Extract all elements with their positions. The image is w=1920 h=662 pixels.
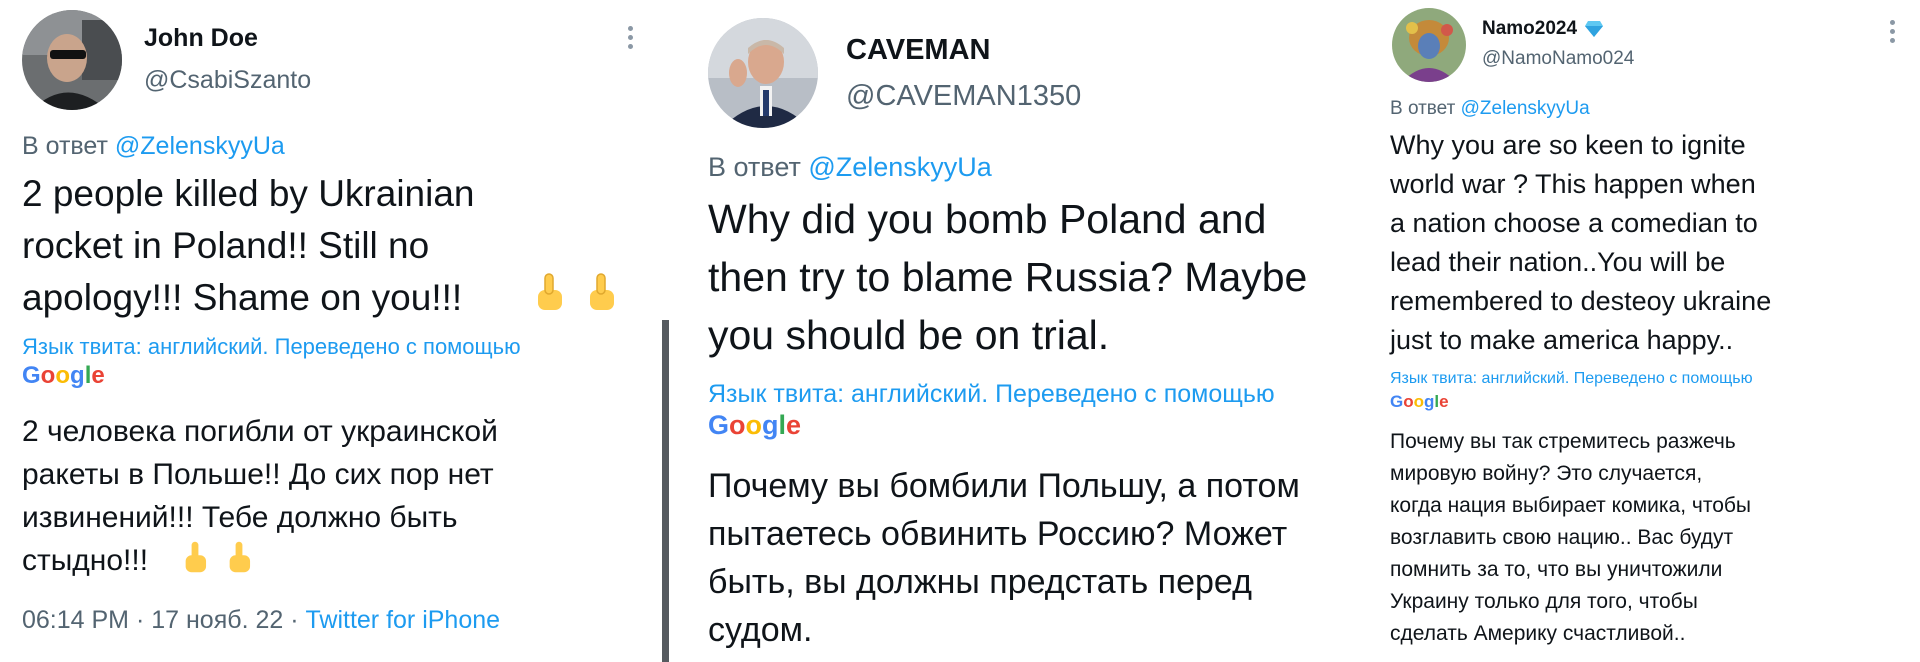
tweet-text: Why you are so keen to ignite world war … — [1390, 130, 1772, 355]
emoji-pair — [180, 540, 254, 574]
reply-mention-link[interactable]: @ZelenskyyUa — [115, 132, 285, 160]
separator: · — [290, 606, 299, 634]
reply-context: В ответ @ZelenskyyUa — [708, 152, 992, 183]
translated-text: 2 человека погибли от украинской ракеты … — [22, 415, 498, 577]
avatar[interactable] — [22, 10, 122, 110]
display-name[interactable]: CAVEMAN — [846, 34, 990, 67]
tweet-source-link[interactable]: Twitter for iPhone — [306, 606, 501, 634]
avatar[interactable] — [1392, 8, 1466, 82]
avatar[interactable] — [708, 18, 818, 128]
user-handle[interactable]: @CsabiSzanto — [144, 66, 311, 95]
reply-prefix: В ответ — [1390, 98, 1456, 119]
panel-divider — [662, 320, 669, 662]
reply-context: В ответ @ZelenskyyUa — [22, 132, 285, 161]
user-handle[interactable]: @NamoNamo024 — [1482, 48, 1634, 70]
tweet-panel-john-doe: John Doe @CsabiSzanto В ответ @Zelenskyy… — [0, 0, 660, 662]
reply-mention-link[interactable]: @ZelenskyyUa — [808, 152, 991, 182]
diamond-icon — [1585, 20, 1604, 37]
emoji-pair — [532, 272, 618, 312]
google-logo[interactable]: Google — [22, 362, 105, 390]
avatar-photo-icon — [22, 10, 122, 110]
translation-notice[interactable]: Язык твита: английский. Переведено с пом… — [1390, 370, 1753, 388]
display-name[interactable]: John Doe — [144, 24, 258, 53]
google-logo[interactable]: Google — [1390, 392, 1449, 412]
avatar-photo-icon — [1392, 8, 1466, 82]
display-name[interactable]: Namo2024 — [1482, 18, 1604, 40]
user-handle[interactable]: @CAVEMAN1350 — [846, 80, 1081, 113]
translation-notice[interactable]: Язык твита: английский. Переведено с пом… — [708, 380, 1275, 409]
more-options-icon[interactable] — [628, 26, 633, 53]
tweet-text: Why did you bomb Poland and then try to … — [708, 196, 1308, 358]
google-logo[interactable]: Google — [708, 410, 801, 441]
point-up-emoji — [230, 541, 251, 573]
avatar-photo-icon — [708, 18, 818, 128]
tweet-panel-caveman: CAVEMAN @CAVEMAN1350 В ответ @ZelenskyyU… — [686, 0, 1376, 662]
tweet-date[interactable]: 17 нояб. 22 — [151, 606, 283, 634]
tweet-time[interactable]: 06:14 PM — [22, 606, 129, 634]
point-up-emoji — [590, 273, 615, 310]
separator: · — [135, 606, 145, 634]
reply-mention-link[interactable]: @ZelenskyyUa — [1461, 98, 1590, 119]
translation-notice[interactable]: Язык твита: английский. Переведено с пом… — [22, 334, 521, 360]
point-up-emoji — [538, 273, 562, 310]
display-name-text[interactable]: Namo2024 — [1482, 18, 1577, 39]
reply-prefix: В ответ — [22, 132, 108, 160]
translated-text: Почему вы так стремитесь разжечь мировую… — [1390, 430, 1752, 645]
tweet-metadata: 06:14 PM · 17 нояб. 22 · Twitter for iPh… — [22, 606, 500, 635]
reply-context: В ответ @ZelenskyyUa — [1390, 98, 1590, 120]
translated-text: Почему вы бомбили Польшу, а потом пытает… — [708, 467, 1300, 649]
reply-prefix: В ответ — [708, 152, 801, 182]
more-options-icon[interactable] — [1890, 20, 1895, 47]
tweet-panel-namo2024: Namo2024 @NamoNamo024 В ответ @Zelenskyy… — [1376, 0, 1920, 662]
point-up-emoji — [185, 541, 207, 573]
